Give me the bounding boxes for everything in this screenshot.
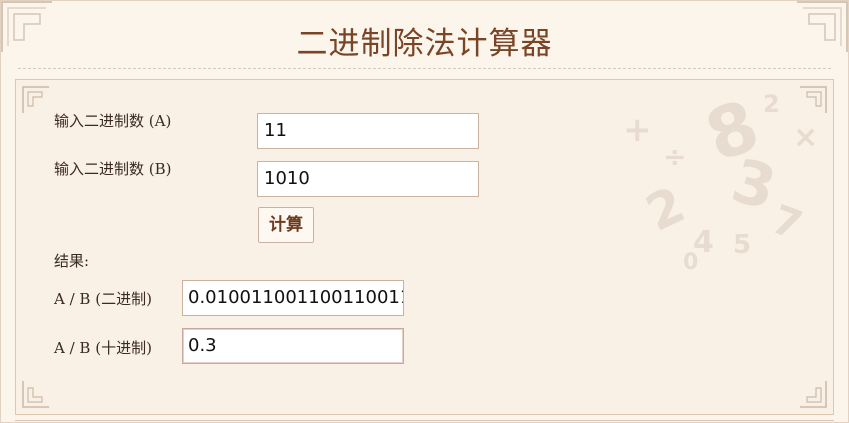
binary-result-field[interactable]: 0.010011001100110011 [182,280,404,316]
binary-result-label: A / B (二进制) [54,290,152,308]
inner-corner-top-right-icon [799,86,827,114]
inner-corner-bottom-right-icon [799,380,827,408]
result-heading: 结果: [54,252,90,270]
numbers-background-decoration-icon: 8 3 2 5 4 7 + × ÷ 2 0 [613,80,823,380]
deco-glyph: + [623,110,652,150]
inner-corner-top-left-icon [22,86,50,114]
input-b-label: 输入二进制数 (B) [54,160,172,178]
calculate-button[interactable]: 计算 [258,207,314,243]
page-title: 二进制除法计算器 [296,26,553,62]
deco-glyph: × [793,120,819,155]
deco-glyph: 0 [683,250,699,275]
binary-b-input[interactable]: 1010 [257,161,479,197]
deco-glyph: ÷ [663,140,687,173]
inner-corner-bottom-left-icon [22,380,50,408]
decimal-result-label: A / B (十进制) [54,339,152,357]
deco-glyph: 2 [637,175,694,243]
binary-a-input[interactable]: 11 [257,113,479,149]
deco-glyph: 2 [763,90,780,118]
title-divider [18,68,831,69]
deco-glyph: 5 [733,230,752,260]
panel-bottom-divider [15,420,834,421]
deco-glyph: 7 [765,196,808,250]
input-a-label: 输入二进制数 (A) [54,112,172,130]
decimal-result-field[interactable]: 0.3 [182,328,404,364]
